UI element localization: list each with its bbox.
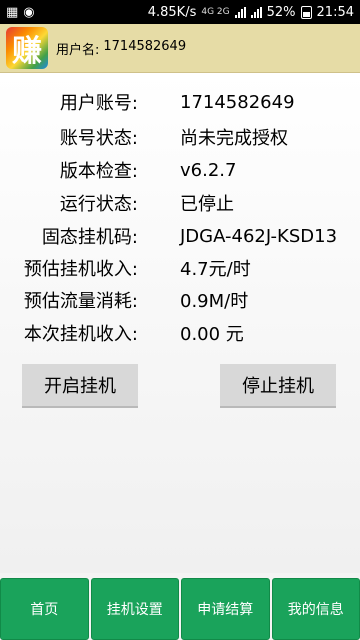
info-label: 固态挂机码: [41, 227, 138, 248]
signal-icon-2 [250, 6, 262, 18]
nav-home[interactable]: 首页 [0, 578, 89, 640]
info-row-session-income: 本次挂机收入: 0.00 元 [0, 317, 360, 349]
header-user-info: 用户名: 1714582649 [56, 39, 186, 58]
bottom-nav: 首页 挂机设置 申请结算 我的信息 [0, 578, 360, 640]
app-logo-icon: 赚 [6, 27, 48, 69]
info-row-est-income: 预估挂机收入: 4.7元/时 [0, 252, 360, 284]
signal-icon [234, 6, 246, 18]
network-type-label: 4G 2G [201, 7, 230, 17]
info-label: 用户账号: [59, 93, 138, 114]
user-label: 用户名: [56, 42, 100, 58]
stop-hangup-button[interactable]: 停止挂机 [220, 364, 336, 408]
nav-my-info[interactable]: 我的信息 [271, 578, 360, 640]
info-label: 账号状态: [59, 128, 138, 149]
info-row-account: 用户账号: 1714582649 [0, 86, 360, 118]
app-header: 赚 用户名: 1714582649 [0, 24, 360, 73]
info-value: 1714582649 [180, 91, 295, 113]
info-row-run-status: 运行状态: 已停止 [0, 187, 360, 219]
info-value: v6.2.7 [180, 159, 237, 181]
record-icon: ◉ [23, 4, 35, 20]
info-row-account-status: 账号状态: 尚未完成授权 [0, 121, 360, 153]
network-speed: 4.85K/s [147, 4, 197, 20]
info-label: 预估挂机收入: [23, 259, 138, 280]
info-value: 0.9M/时 [180, 291, 249, 312]
nav-hangup-settings[interactable]: 挂机设置 [90, 578, 179, 640]
info-row-machine-code: 固态挂机码: JDGA-462J-KSD13 [0, 220, 360, 252]
info-value: JDGA-462J-KSD13 [180, 225, 338, 247]
info-value: 0.00 元 [180, 324, 244, 345]
clock: 21:54 [316, 4, 354, 20]
user-value: 1714582649 [103, 38, 187, 54]
info-row-version: 版本检查: v6.2.7 [0, 154, 360, 186]
info-label: 本次挂机收入: [23, 324, 138, 345]
info-row-est-traffic: 预估流量消耗: 0.9M/时 [0, 284, 360, 316]
status-bar: ▦ ◉ 4.85K/s 4G 2G 52% 21:54 [0, 0, 360, 24]
info-value: 尚未完成授权 [180, 128, 288, 149]
start-hangup-button[interactable]: 开启挂机 [22, 364, 138, 408]
notification-icon: ▦ [6, 4, 19, 20]
info-label: 预估流量消耗: [23, 291, 138, 312]
nav-apply-settlement[interactable]: 申请结算 [181, 578, 270, 640]
battery-icon [300, 5, 312, 19]
info-value: 4.7元/时 [180, 259, 251, 280]
info-value: 已停止 [180, 194, 234, 215]
info-label: 版本检查: [59, 161, 138, 182]
info-label: 运行状态: [59, 194, 138, 215]
battery-percent: 52% [266, 4, 296, 20]
